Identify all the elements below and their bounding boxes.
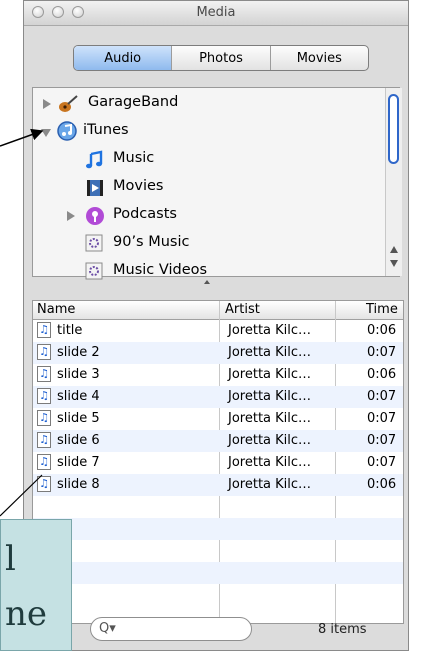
music-note-icon xyxy=(85,150,105,170)
row-artist: Joretta Kilc… xyxy=(228,455,312,470)
row-name: title xyxy=(57,323,83,338)
row-name: slide 6 xyxy=(57,433,100,448)
title-bar[interactable]: Media xyxy=(24,1,408,26)
tree-item-label: GarageBand xyxy=(88,94,179,110)
item-count: 8 items xyxy=(318,622,367,637)
row-time: 0:07 xyxy=(367,411,397,426)
tree-item-label: Music xyxy=(113,150,155,166)
row-artist: Joretta Kilc… xyxy=(228,389,312,404)
row-time: 0:07 xyxy=(367,345,397,360)
film-icon xyxy=(85,178,105,198)
row-time: 0:07 xyxy=(367,455,397,470)
empty-row xyxy=(33,518,403,540)
split-view-handle-icon[interactable] xyxy=(204,280,210,284)
search-icon: Q▾ xyxy=(99,621,116,636)
disclosure-triangle-collapsed-icon[interactable] xyxy=(43,99,51,109)
table-row[interactable]: ♫ slide 4 Joretta Kilc… 0:07 xyxy=(33,386,403,408)
smart-playlist-icon xyxy=(85,262,103,280)
callout-text: l ne xyxy=(5,539,48,634)
row-name: slide 3 xyxy=(57,367,100,382)
empty-row xyxy=(33,562,403,584)
tree-scrollbar[interactable] xyxy=(385,88,402,276)
tab-movies[interactable]: Movies xyxy=(271,46,368,70)
table-row[interactable]: ♫ slide 2 Joretta Kilc… 0:07 xyxy=(33,342,403,364)
tree-item-itunes[interactable]: iTunes xyxy=(33,118,383,146)
audio-file-icon: ♫ xyxy=(37,476,51,492)
audio-file-icon: ♫ xyxy=(37,432,51,448)
row-name: slide 8 xyxy=(57,477,100,492)
tree-item-label: Music Videos xyxy=(113,262,208,278)
row-artist: Joretta Kilc… xyxy=(228,433,312,448)
list-header: Name Artist Time xyxy=(33,301,403,320)
audio-file-icon: ♫ xyxy=(37,322,51,338)
row-artist: Joretta Kilc… xyxy=(228,345,312,360)
table-row[interactable]: ♫ slide 8 Joretta Kilc… 0:06 xyxy=(33,474,403,496)
tree-item-label: Podcasts xyxy=(113,206,177,222)
media-type-tabs: Audio Photos Movies xyxy=(73,45,369,71)
column-header-name[interactable]: Name xyxy=(37,302,75,317)
table-row[interactable]: ♫ slide 5 Joretta Kilc… 0:07 xyxy=(33,408,403,430)
row-time: 0:07 xyxy=(367,389,397,404)
window-title: Media xyxy=(196,5,236,20)
row-time: 0:07 xyxy=(367,433,397,448)
column-header-time[interactable]: Time xyxy=(366,302,398,317)
row-artist: Joretta Kilc… xyxy=(228,323,312,338)
row-time: 0:06 xyxy=(367,367,397,382)
scroll-thumb[interactable] xyxy=(388,94,399,164)
disclosure-triangle-expanded-icon[interactable] xyxy=(41,129,51,137)
table-row[interactable]: ♫ slide 7 Joretta Kilc… 0:07 xyxy=(33,452,403,474)
tree-item-movies[interactable]: Movies xyxy=(33,174,383,202)
itunes-icon xyxy=(57,121,77,141)
podcast-icon xyxy=(85,206,105,226)
tab-photos[interactable]: Photos xyxy=(172,46,271,70)
row-artist: Joretta Kilc… xyxy=(228,477,312,492)
scroll-down-arrow-icon[interactable] xyxy=(390,260,398,267)
empty-row xyxy=(33,496,403,518)
row-name: slide 7 xyxy=(57,455,100,470)
row-artist: Joretta Kilc… xyxy=(228,367,312,382)
row-time: 0:06 xyxy=(367,477,397,492)
tree-item-label: iTunes xyxy=(83,122,129,138)
tree-item-podcasts[interactable]: Podcasts xyxy=(33,202,383,230)
tab-audio[interactable]: Audio xyxy=(74,46,173,70)
guitar-icon xyxy=(57,94,79,114)
search-field[interactable]: Q▾ xyxy=(90,617,252,641)
tree-item-label: Movies xyxy=(113,178,164,194)
row-time: 0:06 xyxy=(367,323,397,338)
empty-row xyxy=(33,584,403,606)
audio-file-icon: ♫ xyxy=(37,344,51,360)
row-name: slide 2 xyxy=(57,345,100,360)
empty-row xyxy=(33,540,403,562)
scroll-up-arrow-icon[interactable] xyxy=(390,246,398,253)
disclosure-triangle-collapsed-icon[interactable] xyxy=(67,211,75,221)
annotation-callout: l ne xyxy=(0,519,72,651)
table-row[interactable]: ♫ slide 6 Joretta Kilc… 0:07 xyxy=(33,430,403,452)
media-file-list: Name Artist Time ♫ title Joretta Kilc… 0… xyxy=(32,300,404,624)
tree-item-music[interactable]: Music xyxy=(33,146,383,174)
column-header-artist[interactable]: Artist xyxy=(225,302,260,317)
source-tree: GarageBand iTunes Music Movies Podcasts … xyxy=(32,87,402,280)
media-browser-window: Media Audio Photos Movies GarageBand iTu… xyxy=(23,0,409,651)
table-row[interactable]: ♫ slide 3 Joretta Kilc… 0:06 xyxy=(33,364,403,386)
audio-file-icon: ♫ xyxy=(37,388,51,404)
row-artist: Joretta Kilc… xyxy=(228,411,312,426)
audio-file-icon: ♫ xyxy=(37,454,51,470)
audio-file-icon: ♫ xyxy=(37,410,51,426)
table-row[interactable]: ♫ title Joretta Kilc… 0:06 xyxy=(33,320,403,342)
row-name: slide 4 xyxy=(57,389,100,404)
smart-playlist-icon xyxy=(85,234,103,252)
row-name: slide 5 xyxy=(57,411,100,426)
tree-item-90s-music[interactable]: 90’s Music xyxy=(33,230,383,258)
tree-item-label: 90’s Music xyxy=(113,234,190,250)
tree-item-garageband[interactable]: GarageBand xyxy=(33,90,383,118)
audio-file-icon: ♫ xyxy=(37,366,51,382)
